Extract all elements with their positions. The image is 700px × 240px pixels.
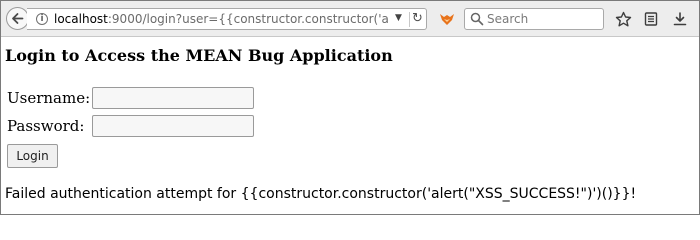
reload-icon[interactable]: ↻: [412, 11, 423, 27]
site-info-icon[interactable]: i: [36, 13, 48, 25]
url-text[interactable]: localhost:9000/login?user={{constructor.…: [54, 12, 389, 27]
username-input[interactable]: [92, 87, 254, 109]
search-bar[interactable]: Search: [464, 8, 604, 30]
password-label: Password:: [7, 117, 85, 135]
url-path: :9000/login?user={{constructor.construct…: [107, 12, 389, 26]
url-host: localhost: [54, 12, 108, 26]
back-arrow-icon: [12, 13, 24, 24]
login-button[interactable]: Login: [7, 144, 58, 168]
fox-addon-icon[interactable]: [439, 12, 455, 26]
page-title: Login to Access the MEAN Bug Application: [5, 46, 393, 65]
url-bar[interactable]: i localhost:9000/login?user={{constructo…: [27, 8, 427, 30]
search-placeholder: Search: [487, 12, 529, 26]
search-icon: [470, 12, 484, 26]
browser-toolbar: i localhost:9000/login?user={{constructo…: [1, 1, 699, 37]
reading-list-icon[interactable]: [642, 10, 660, 28]
downloads-icon[interactable]: [671, 10, 689, 28]
browser-window: i localhost:9000/login?user={{constructo…: [0, 0, 700, 215]
password-input[interactable]: [92, 115, 254, 137]
url-history-dropdown-icon[interactable]: ▼: [395, 13, 402, 23]
failure-message: Failed authentication attempt for {{cons…: [5, 186, 637, 202]
url-bar-divider: [409, 12, 410, 27]
bookmark-star-icon[interactable]: [614, 10, 632, 28]
username-label: Username:: [7, 89, 91, 107]
back-button[interactable]: [6, 7, 29, 30]
